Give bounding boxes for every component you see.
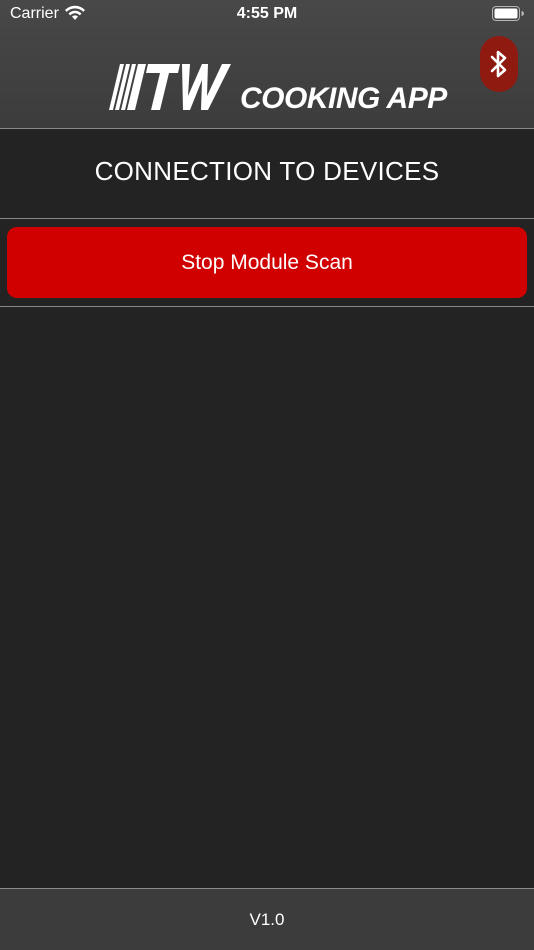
header: Carrier 4:55 PM COOKING APP bbox=[0, 0, 534, 128]
bluetooth-button[interactable] bbox=[480, 36, 518, 92]
list-divider bbox=[0, 306, 534, 307]
header-divider bbox=[0, 128, 534, 129]
app-screen: Carrier 4:55 PM COOKING APP CONNECTION T… bbox=[0, 0, 534, 950]
section-title: CONNECTION TO DEVICES bbox=[94, 156, 440, 186]
title-divider bbox=[0, 218, 534, 219]
footer: V1.0 bbox=[0, 889, 534, 950]
logo-subtitle: COOKING APP bbox=[240, 82, 447, 115]
version-label: V1.0 bbox=[249, 909, 285, 929]
device-list bbox=[0, 308, 534, 888]
clock: 4:55 PM bbox=[236, 5, 298, 22]
stop-module-scan-button[interactable]: Stop Module Scan bbox=[7, 227, 527, 298]
status-bar: Carrier 4:55 PM bbox=[0, 0, 534, 28]
bluetooth-icon bbox=[490, 50, 507, 78]
battery-icon bbox=[492, 6, 524, 21]
